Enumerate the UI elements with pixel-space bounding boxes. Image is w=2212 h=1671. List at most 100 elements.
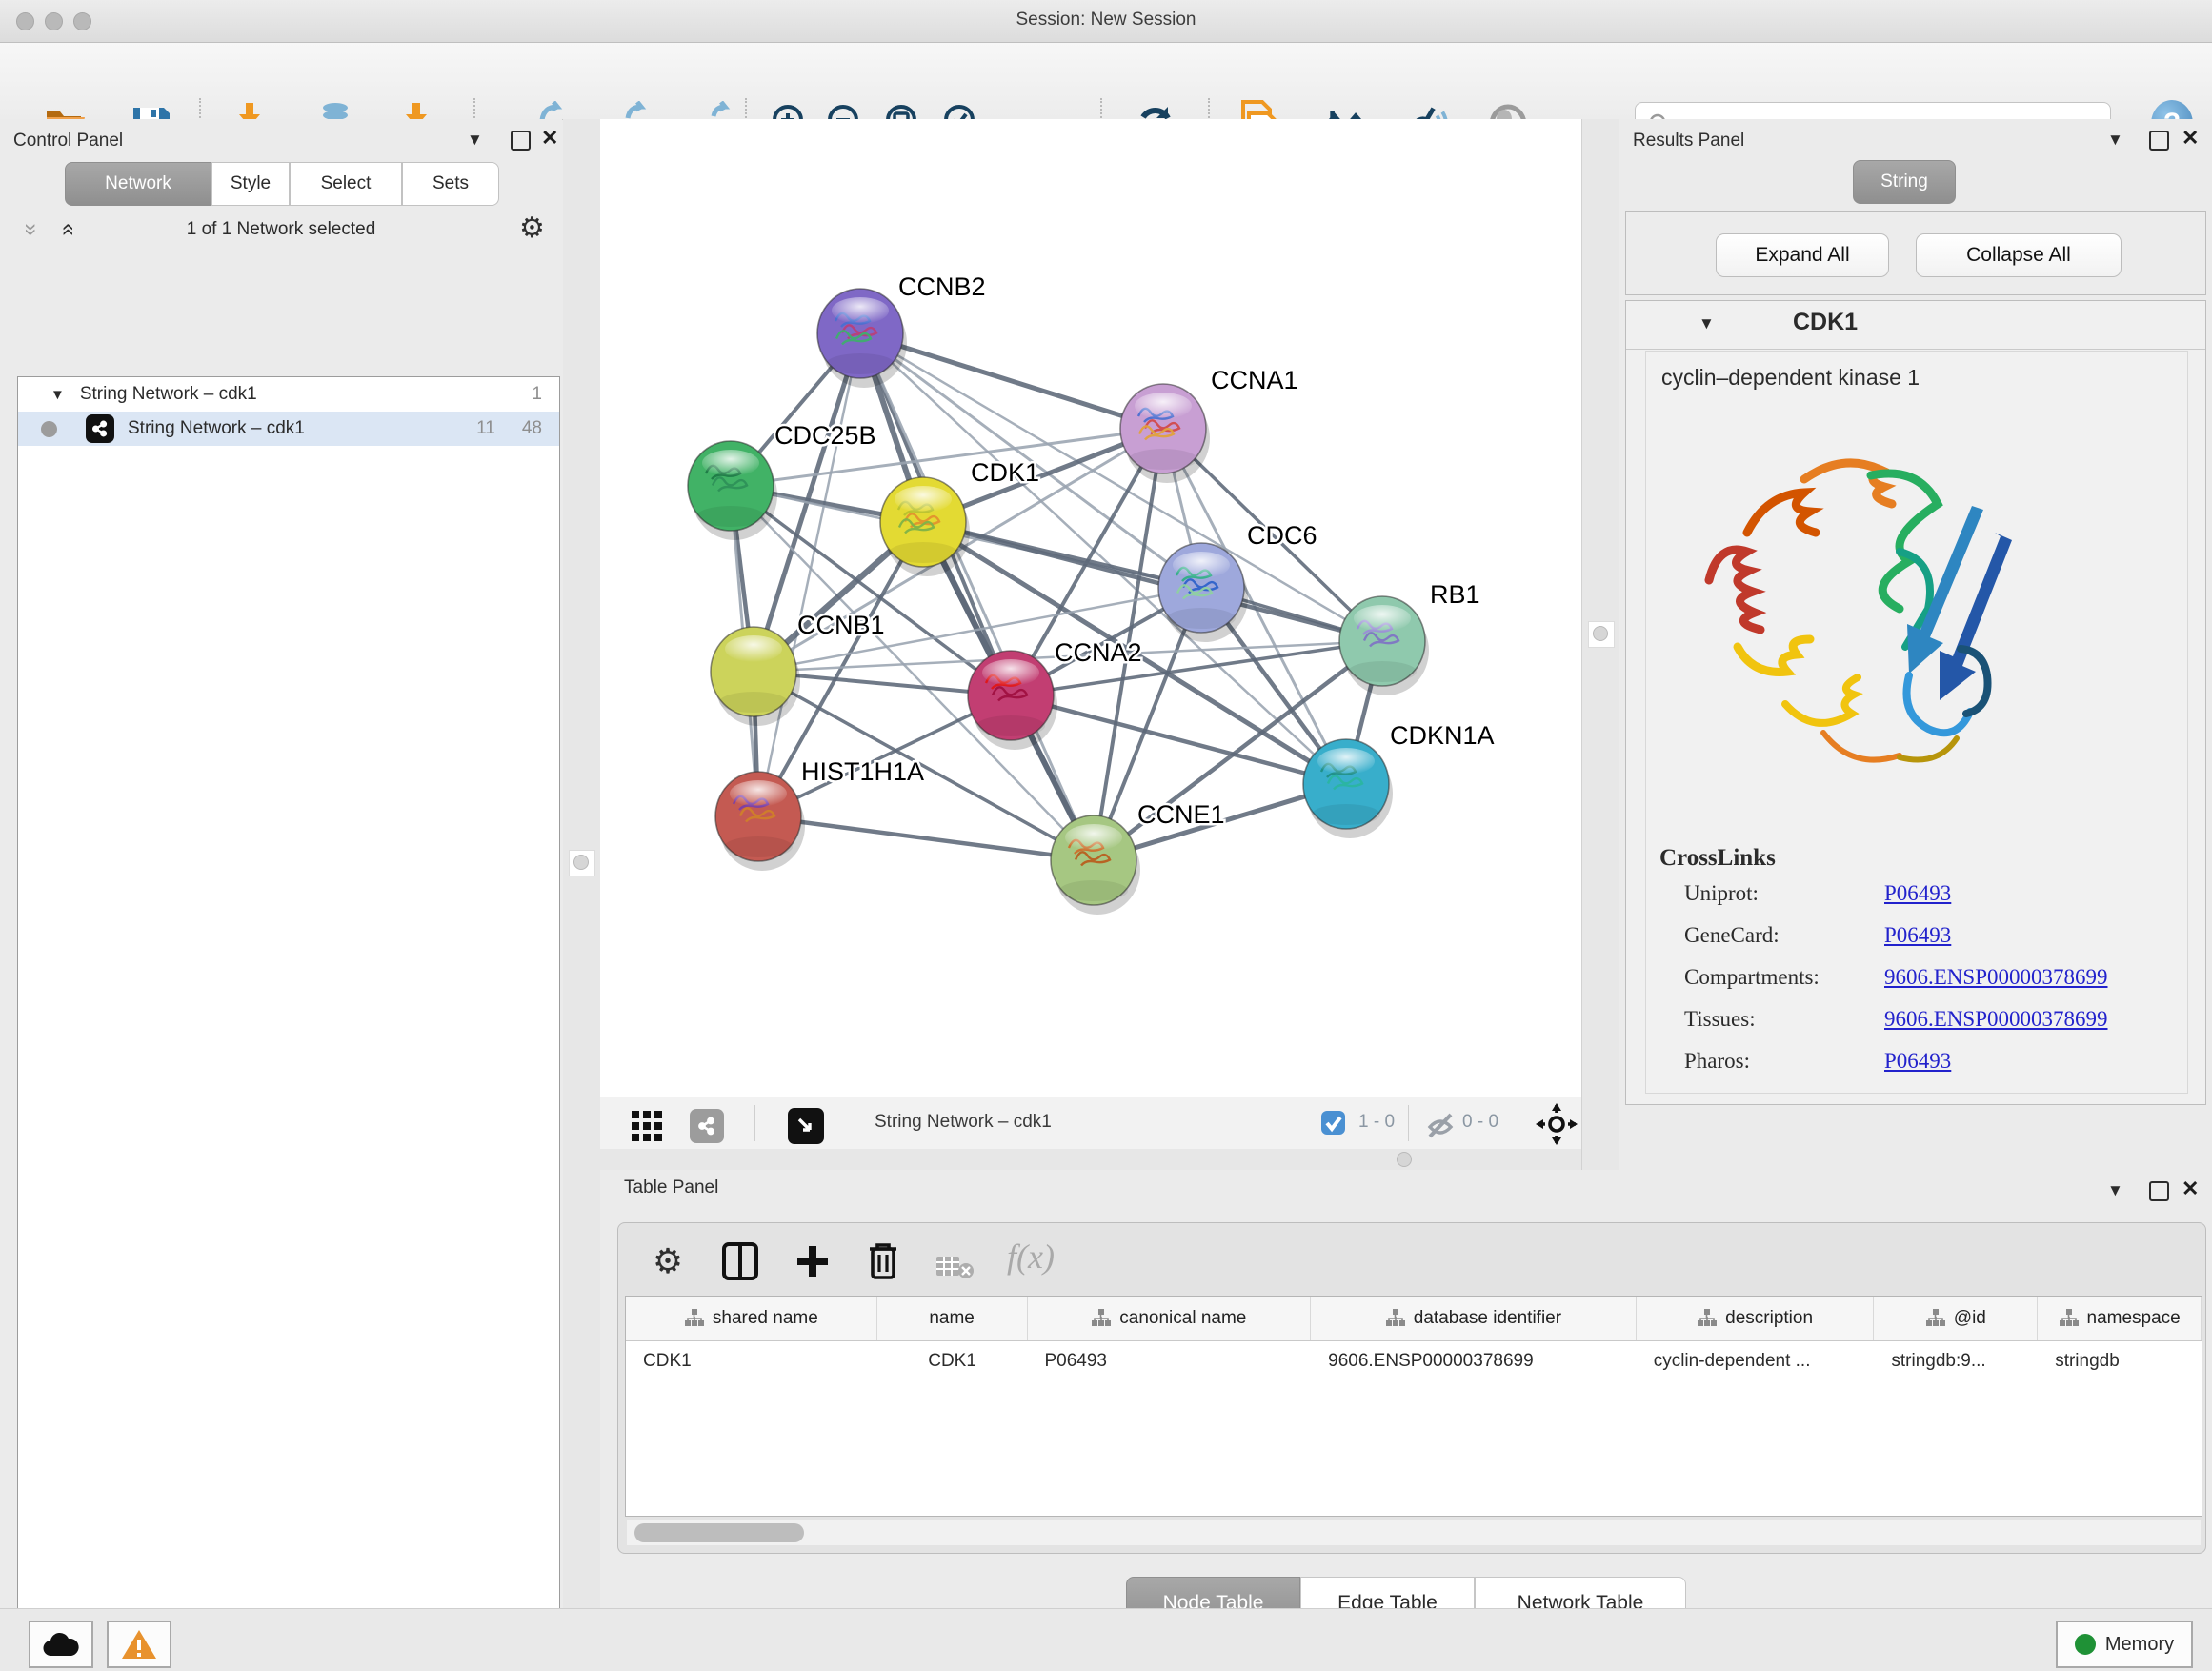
table-cell[interactable]: CDK1 bbox=[877, 1341, 1028, 1381]
node-label-CCNE1: CCNE1 bbox=[1137, 800, 1225, 829]
splitter-dot[interactable] bbox=[1397, 1152, 1412, 1167]
table-cell[interactable]: stringdb:9... bbox=[1874, 1341, 2038, 1381]
gene-details: cyclin–dependent kinase 1 bbox=[1645, 351, 2188, 1094]
column-header-label: @id bbox=[1954, 1308, 1986, 1329]
node-label-CCNA2: CCNA2 bbox=[1055, 638, 1142, 667]
separator bbox=[1408, 1105, 1409, 1141]
gene-section-header[interactable]: ▼ CDK1 bbox=[1626, 301, 2205, 350]
network-node-RB1[interactable]: RB1 bbox=[1339, 580, 1480, 695]
column-header--id[interactable]: @id bbox=[1874, 1297, 2038, 1340]
gene-section: ▼ CDK1 cyclin–dependent kinase 1 bbox=[1625, 300, 2206, 1105]
column-header-label: description bbox=[1725, 1308, 1813, 1329]
network-node-HIST1H1A[interactable]: HIST1H1A bbox=[715, 757, 924, 871]
table-options-gear-icon[interactable]: ⚙ bbox=[645, 1238, 691, 1284]
string-view-icon[interactable] bbox=[684, 1103, 730, 1149]
network-node-CDKN1A[interactable]: CDKN1A bbox=[1303, 721, 1495, 838]
tab-select[interactable]: Select bbox=[290, 162, 402, 206]
function-builder-icon[interactable]: f(x) bbox=[1007, 1237, 1055, 1277]
network-status-dot-icon bbox=[41, 421, 57, 437]
network-edge-count: 48 bbox=[522, 418, 542, 439]
tab-network[interactable]: Network bbox=[65, 162, 211, 206]
table-body: CDK1CDK1P064939606.ENSP00000378699cyclin… bbox=[626, 1341, 2202, 1381]
control-panel-collapse-icon[interactable]: ▼ bbox=[467, 131, 483, 150]
crosslink-link[interactable]: 9606.ENSP00000378699 bbox=[1884, 1007, 2108, 1032]
grid-view-icon[interactable] bbox=[624, 1103, 670, 1149]
network-options-gear-icon[interactable]: ⚙ bbox=[519, 214, 545, 243]
pan-crosshair-icon[interactable] bbox=[1534, 1101, 1579, 1147]
left-splitter[interactable] bbox=[563, 119, 600, 1608]
tab-style[interactable]: Style bbox=[211, 162, 290, 206]
column-header-description[interactable]: description bbox=[1637, 1297, 1875, 1340]
crosslink-link[interactable]: P06493 bbox=[1884, 881, 1951, 906]
crosslink-link[interactable]: P06493 bbox=[1884, 1049, 1951, 1074]
collapse-all-button[interactable]: Collapse All bbox=[1916, 233, 2122, 277]
network-collection-row[interactable]: ▼ String Network – cdk1 1 bbox=[18, 377, 559, 412]
column-header-label: canonical name bbox=[1119, 1308, 1246, 1329]
network-node-CCNA1[interactable]: CCNA1 bbox=[1120, 366, 1298, 483]
selected-checkbox-icon[interactable] bbox=[1320, 1110, 1346, 1136]
cloud-button[interactable] bbox=[29, 1621, 93, 1668]
column-header-name[interactable]: name bbox=[877, 1297, 1028, 1340]
gene-collapse-icon[interactable]: ▼ bbox=[1699, 314, 1715, 333]
horizontal-splitter[interactable] bbox=[600, 1149, 1581, 1170]
splitter-dot[interactable] bbox=[1593, 626, 1608, 641]
table-cell[interactable]: CDK1 bbox=[626, 1341, 877, 1381]
network-row[interactable]: String Network – cdk1 11 48 bbox=[18, 412, 559, 446]
delete-table-icon[interactable] bbox=[933, 1244, 978, 1290]
protein-structure-image bbox=[1680, 418, 2061, 828]
crosslinks-title: CrossLinks bbox=[1659, 845, 1776, 872]
node-table[interactable]: shared name name canonical name database id… bbox=[625, 1296, 2202, 1517]
create-column-icon[interactable] bbox=[790, 1238, 835, 1284]
column-header-namespace[interactable]: namespace bbox=[2038, 1297, 2202, 1340]
column-type-icon bbox=[684, 1308, 705, 1329]
table-panel-close-icon[interactable]: ✕ bbox=[2182, 1177, 2199, 1201]
tab-string-results[interactable]: String bbox=[1853, 160, 1956, 204]
network-node-CCNE1[interactable]: CCNE1 bbox=[1051, 800, 1225, 915]
hidden-eye-icon[interactable] bbox=[1418, 1103, 1463, 1149]
string-network-icon bbox=[86, 414, 114, 443]
table-cell[interactable]: cyclin-dependent ... bbox=[1637, 1341, 1875, 1381]
control-panel-close-icon[interactable]: ✕ bbox=[541, 126, 558, 151]
warning-button[interactable] bbox=[107, 1621, 171, 1668]
control-panel-float-icon[interactable] bbox=[511, 131, 531, 151]
crosslink-label: Tissues: bbox=[1684, 1007, 1884, 1032]
separator bbox=[754, 1105, 755, 1141]
network-edge-CCNB2-HIST1H1A[interactable] bbox=[758, 333, 860, 816]
table-panel-collapse-icon[interactable]: ▼ bbox=[2107, 1181, 2123, 1200]
memory-button[interactable]: Memory bbox=[2056, 1621, 2193, 1668]
column-type-icon bbox=[1925, 1308, 1946, 1329]
table-cell[interactable]: P06493 bbox=[1027, 1341, 1311, 1381]
results-panel-float-icon[interactable] bbox=[2149, 131, 2169, 151]
crosslink-link[interactable]: P06493 bbox=[1884, 923, 1951, 948]
network-edge-HIST1H1A-CCNE1[interactable] bbox=[758, 816, 1094, 860]
node-label-CDC6: CDC6 bbox=[1247, 521, 1317, 550]
table-cell[interactable]: 9606.ENSP00000378699 bbox=[1311, 1341, 1637, 1381]
network-canvas[interactable]: CCNB2CCNA1CDC25BCDK1CDC6RB1CCNB1CCNA2CDK… bbox=[600, 119, 1581, 1097]
collection-expand-icon[interactable]: ▼ bbox=[50, 387, 65, 403]
results-panel-close-icon[interactable]: ✕ bbox=[2182, 126, 2199, 151]
column-header-database-identifier[interactable]: database identifier bbox=[1311, 1297, 1637, 1340]
network-node-CCNB1[interactable]: CCNB1 bbox=[711, 611, 885, 726]
gene-symbol: CDK1 bbox=[1793, 309, 1858, 336]
delete-columns-icon[interactable] bbox=[860, 1238, 906, 1284]
results-panel-collapse-icon[interactable]: ▼ bbox=[2107, 131, 2123, 150]
show-columns-icon[interactable] bbox=[717, 1238, 763, 1284]
network-graph: CCNB2CCNA1CDC25BCDK1CDC6RB1CCNB1CCNA2CDK… bbox=[600, 119, 1581, 1097]
scrollbar-thumb[interactable] bbox=[634, 1523, 804, 1542]
node-label-HIST1H1A: HIST1H1A bbox=[801, 757, 924, 786]
column-header-shared-name[interactable]: shared name bbox=[626, 1297, 877, 1340]
node-label-CCNB2: CCNB2 bbox=[898, 272, 986, 301]
table-horizontal-scrollbar[interactable] bbox=[627, 1520, 2201, 1545]
tab-sets[interactable]: Sets bbox=[402, 162, 499, 206]
table-panel-float-icon[interactable] bbox=[2149, 1181, 2169, 1201]
birdseye-view-icon[interactable] bbox=[783, 1103, 829, 1149]
column-header-label: shared name bbox=[713, 1308, 818, 1329]
expand-all-button[interactable]: Expand All bbox=[1716, 233, 1889, 277]
crosslink-link[interactable]: 9606.ENSP00000378699 bbox=[1884, 965, 2108, 990]
results-actions-box: Expand All Collapse All bbox=[1625, 211, 2206, 295]
network-node-CDC6[interactable]: CDC6 bbox=[1158, 521, 1317, 642]
table-cell[interactable]: stringdb bbox=[2038, 1341, 2202, 1381]
splitter-dot[interactable] bbox=[573, 855, 589, 870]
column-header-canonical-name[interactable]: canonical name bbox=[1028, 1297, 1312, 1340]
table-row[interactable]: CDK1CDK1P064939606.ENSP00000378699cyclin… bbox=[626, 1341, 2202, 1381]
